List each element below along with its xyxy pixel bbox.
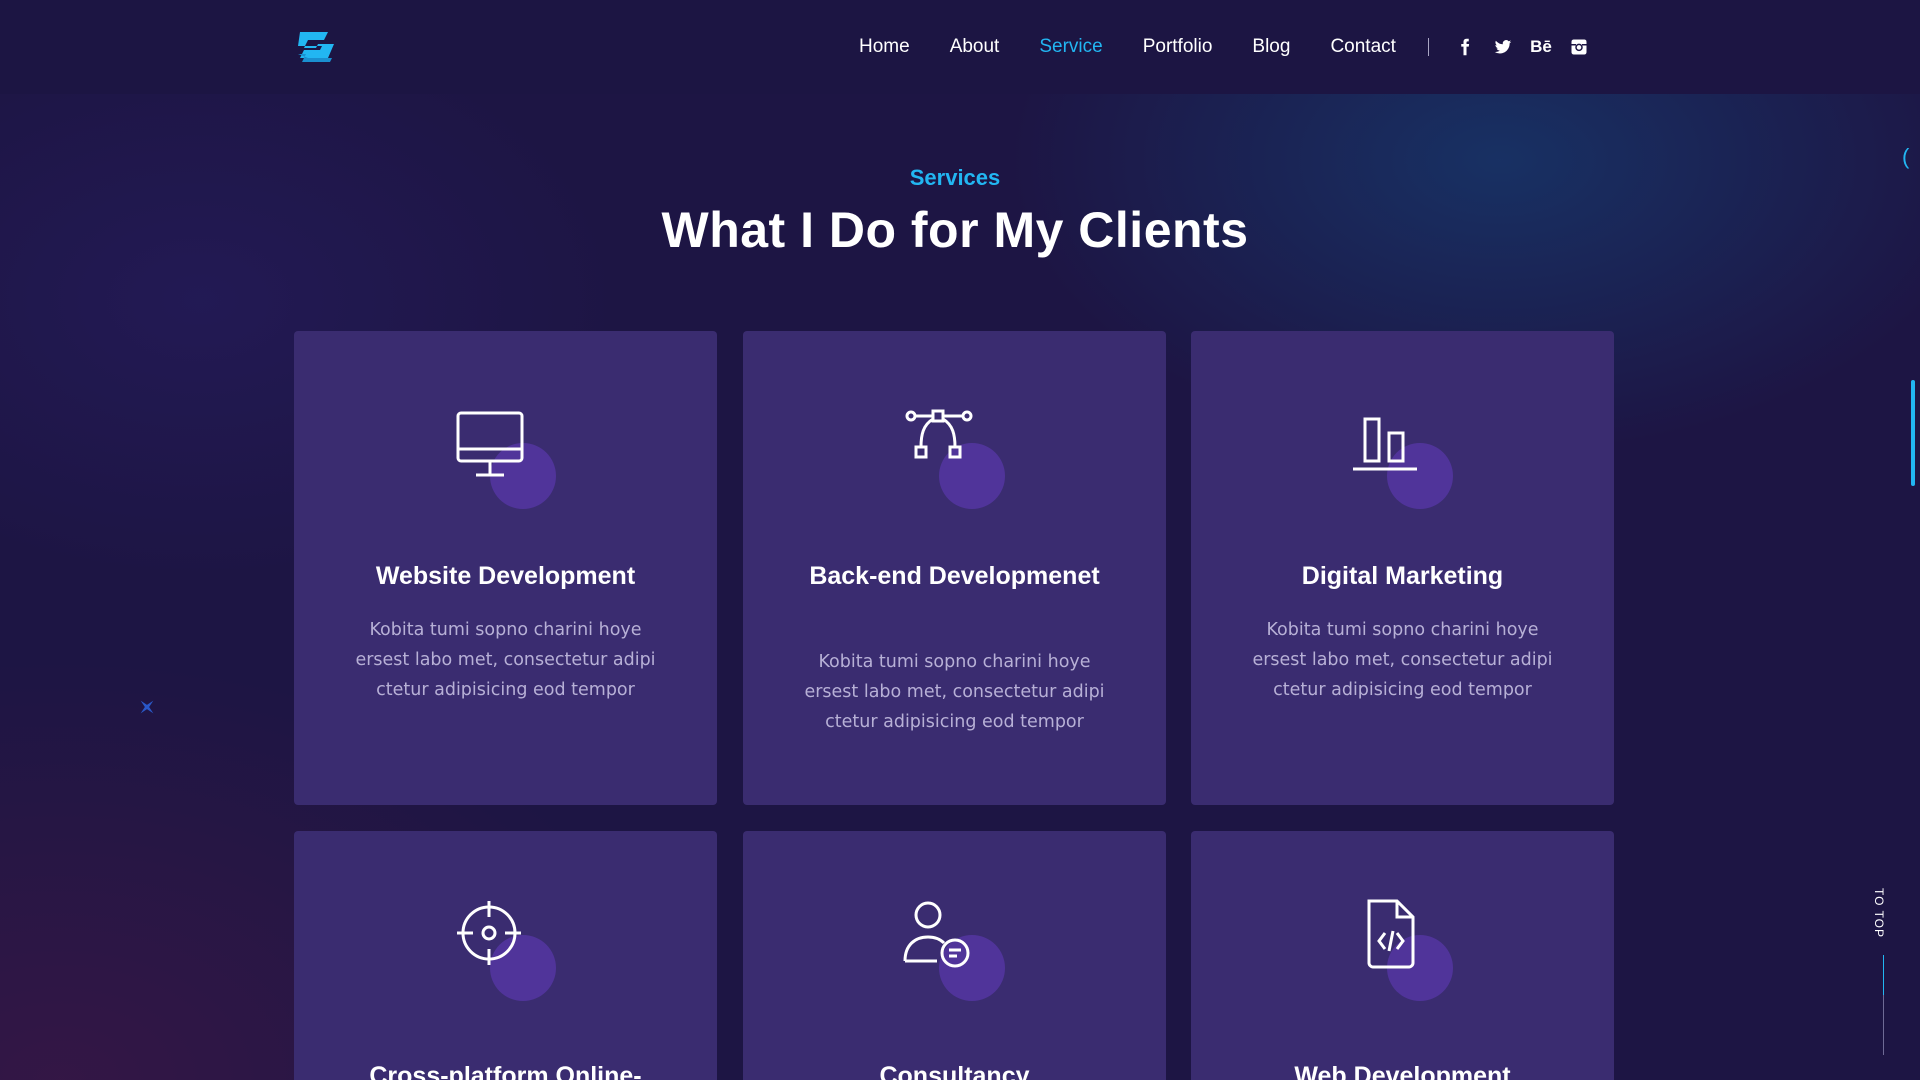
- service-card-web-development[interactable]: Web Development: [1191, 831, 1614, 1080]
- brand-logo[interactable]: [294, 28, 338, 66]
- card-icon-container: [893, 399, 1005, 509]
- card-title: Back-end Developmenet: [809, 562, 1100, 590]
- nav-portfolio[interactable]: Portfolio: [1143, 36, 1213, 58]
- instagram-icon[interactable]: [1569, 37, 1589, 57]
- social-links: Bē: [1455, 37, 1589, 57]
- nav-divider: [1427, 38, 1429, 56]
- card-icon-container: [1341, 891, 1453, 1001]
- service-card-digital-marketing[interactable]: Digital Marketing Kobita tumi sopno char…: [1191, 331, 1614, 805]
- target-icon: [457, 901, 521, 965]
- monitor-icon: [456, 411, 524, 477]
- twitter-icon[interactable]: [1493, 37, 1513, 57]
- section-subtitle: Services: [909, 165, 1001, 190]
- nav-service[interactable]: Service: [1039, 36, 1102, 58]
- section-title: What I Do for My Clients: [661, 202, 1249, 258]
- nav-blog[interactable]: Blog: [1252, 36, 1290, 58]
- card-icon-container: [1341, 399, 1453, 509]
- card-title: Cross-platform Online-: [369, 1062, 642, 1080]
- code-file-icon: [1367, 899, 1415, 969]
- nav-contact[interactable]: Contact: [1330, 36, 1395, 58]
- card-description: Kobita tumi sopno charini hoye ersest la…: [1252, 620, 1553, 700]
- to-top-button[interactable]: TO TOP: [1872, 888, 1886, 938]
- card-icon-container: [444, 891, 556, 1001]
- nav-home[interactable]: Home: [859, 36, 910, 58]
- to-top-line: [1883, 955, 1884, 1055]
- service-card-consultancy[interactable]: Consultancy: [743, 831, 1166, 1080]
- sparkle-icon: [140, 700, 154, 714]
- card-title: Web Development: [1294, 1062, 1511, 1080]
- card-title: Website Development: [375, 562, 636, 590]
- behance-icon[interactable]: Bē: [1530, 37, 1552, 57]
- card-description: Kobita tumi sopno charini hoye ersest la…: [804, 652, 1105, 732]
- service-card-backend-development[interactable]: Back-end Developmenet Kobita tumi sopno …: [743, 331, 1166, 805]
- services-heading: Services What I Do for My Clients: [0, 165, 1910, 259]
- service-card-website-development[interactable]: Website Development Kobita tumi sopno ch…: [294, 331, 717, 805]
- card-title: Consultancy: [879, 1062, 1030, 1080]
- card-icon-container: [893, 891, 1005, 1001]
- bar-chart-icon: [1353, 417, 1417, 471]
- vector-path-icon: [905, 409, 973, 459]
- service-card-cross-platform[interactable]: Cross-platform Online-: [294, 831, 717, 1080]
- user-chat-icon: [903, 901, 970, 968]
- card-icon-container: [444, 399, 556, 509]
- card-title: Digital Marketing: [1301, 562, 1504, 590]
- site-header: Home About Service Portfolio Blog Contac…: [0, 0, 1920, 94]
- main-nav: Home About Service Portfolio Blog Contac…: [859, 36, 1589, 58]
- facebook-icon[interactable]: [1455, 37, 1475, 57]
- card-description: Kobita tumi sopno charini hoye ersest la…: [355, 620, 656, 700]
- decorative-arc: (: [1902, 144, 1910, 169]
- nav-about[interactable]: About: [950, 36, 1000, 58]
- scroll-progress-bar[interactable]: [1911, 380, 1915, 486]
